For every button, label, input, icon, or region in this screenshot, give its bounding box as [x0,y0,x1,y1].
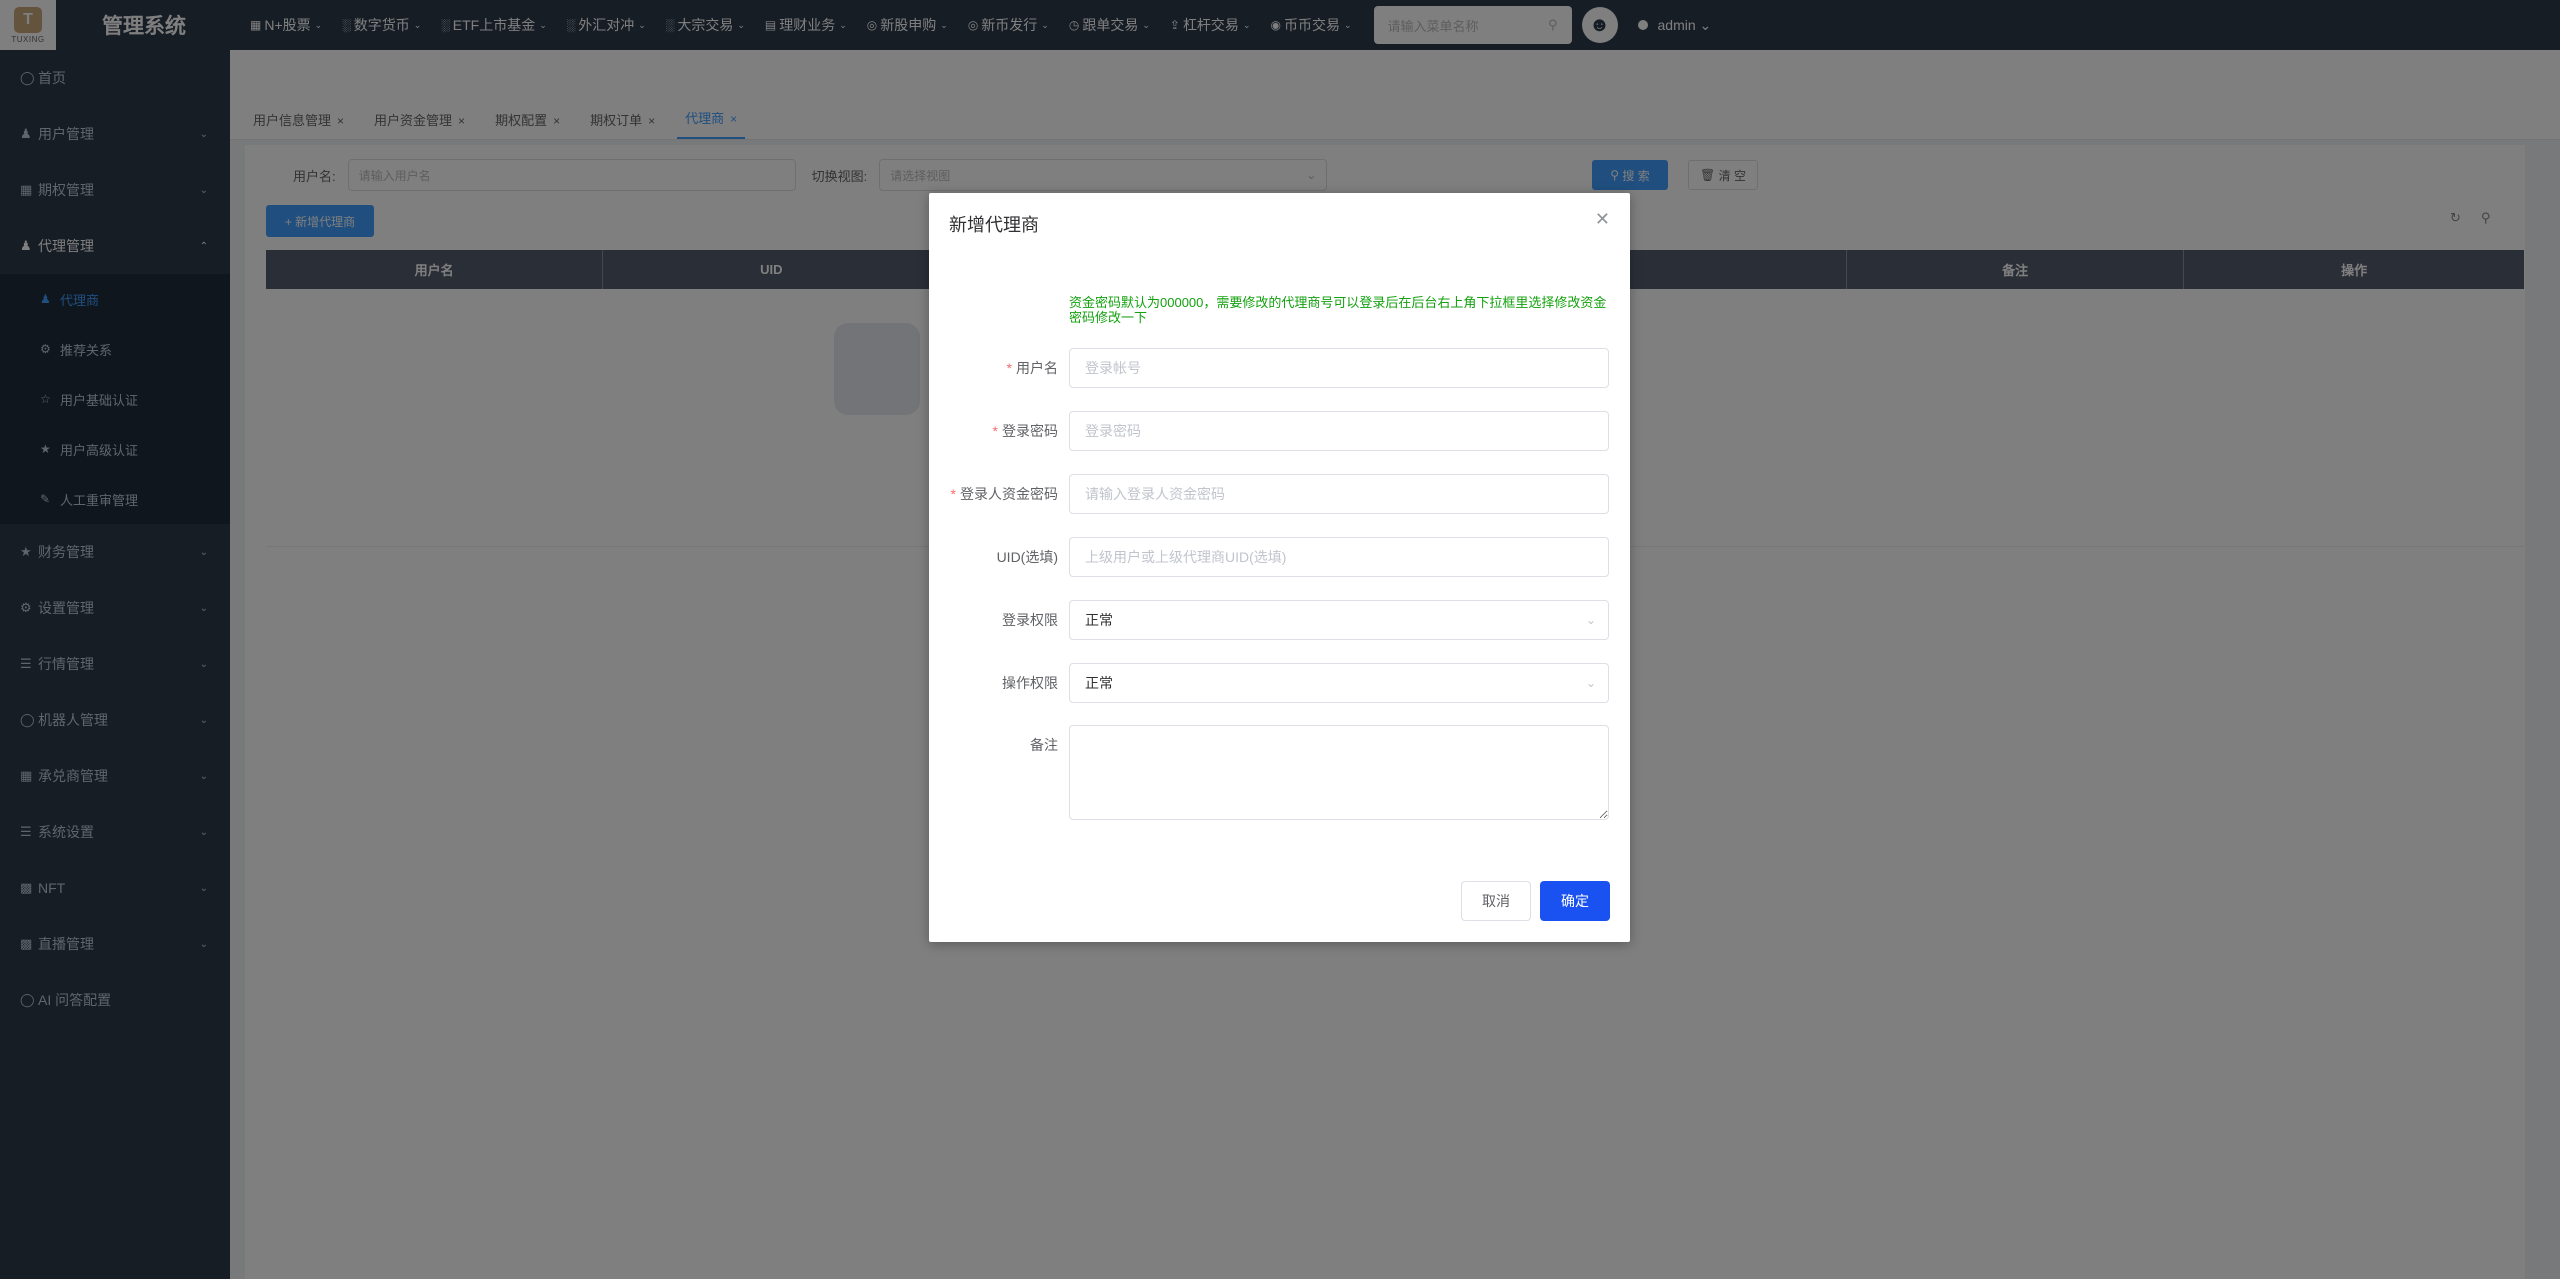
form-row-login-perm: 登录权限 正常 ⌄ [929,600,1630,640]
op-perm-label: 操作权限 [1002,675,1058,691]
form-row-uid: UID(选填) [929,537,1630,577]
form-row-fund-password: * 登录人资金密码 [929,474,1630,514]
chevron-down-icon: ⌄ [1585,613,1596,627]
add-agent-dialog: 新增代理商 ✕ 资金密码默认为000000，需要修改的代理商号可以登录后在后台右… [929,193,1630,942]
uid-label: UID(选填) [996,549,1058,565]
login-perm-select[interactable]: 正常 ⌄ [1069,600,1609,640]
form-row-password: * 登录密码 [929,411,1630,451]
cancel-button[interactable]: 取消 [1461,881,1531,921]
uid-input[interactable] [1069,537,1609,577]
username-input[interactable] [1069,348,1609,388]
chevron-down-icon: ⌄ [1585,676,1596,690]
form-row-remark: 备注 [929,725,1630,820]
remark-textarea[interactable] [1069,725,1609,820]
confirm-button[interactable]: 确定 [1540,881,1610,921]
form-row-username: * 用户名 [929,348,1630,388]
login-perm-label: 登录权限 [1002,612,1058,628]
fund-password-notice: 资金密码默认为000000，需要修改的代理商号可以登录后在后台右上角下拉框里选择… [1069,295,1607,325]
fund-password-input[interactable] [1069,474,1609,514]
close-icon[interactable]: ✕ [1595,209,1610,230]
username-label: * 用户名 [1006,360,1058,376]
remark-label: 备注 [1030,737,1058,753]
fund-password-label: * 登录人资金密码 [950,486,1058,502]
password-input[interactable] [1069,411,1609,451]
form-row-op-perm: 操作权限 正常 ⌄ [929,663,1630,703]
password-label: * 登录密码 [992,423,1058,439]
dialog-title: 新增代理商 [949,215,1039,235]
op-perm-select[interactable]: 正常 ⌄ [1069,663,1609,703]
